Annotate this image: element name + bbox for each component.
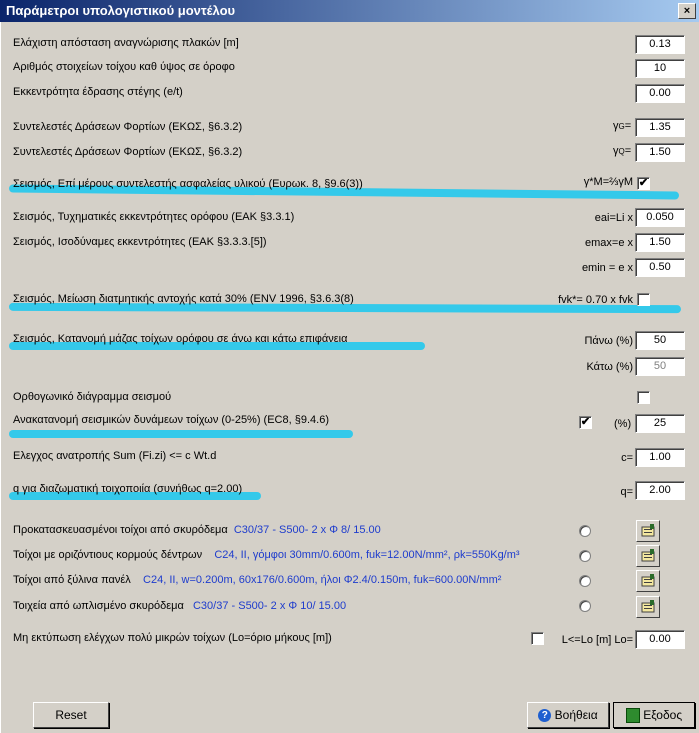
log-walls-edit-button[interactable] [636, 545, 660, 567]
log-walls-radio[interactable] [579, 550, 591, 562]
emin-formula: emin = e x [581, 262, 633, 274]
help-icon: ? [538, 709, 552, 723]
overturning-check-label: Ελεγχος ανατροπής Sum (Fi.zi) <= c Wt.d [13, 450, 217, 462]
c-input[interactable]: 1.00 [635, 448, 685, 467]
small-walls-checkbox[interactable] [531, 632, 544, 645]
material-safety-factor-label: Σεισμός, Επί μέρους συντελεστής ασφαλεία… [13, 178, 363, 190]
accidental-eccentricity-label: Σεισμός, Τυχηματικές εκκεντρότητες ορόφο… [13, 211, 295, 223]
small-walls-label: Μη εκτύπωση ελέγχων πολύ μικρών τοίχων (… [13, 632, 332, 644]
reinforced-concrete-walls-spec: C30/37 - S500- 2 x Φ 10/ 15.00 [192, 600, 347, 612]
load-factor-q-label: Συντελεστές Δράσεων Φορτίων (ΕΚΩΣ, §6.3.… [13, 146, 243, 158]
help-label: Βοήθεια [554, 708, 598, 722]
help-button[interactable]: ? Βοήθεια [527, 702, 609, 728]
title-bar: Παράμετροι υπολογιστικού μοντέλου × [0, 0, 699, 22]
timber-panel-walls-spec: C24, II, w=0.200m, 60x176/0.600m, ήλοι Φ… [143, 574, 502, 586]
timber-panel-walls-radio[interactable] [579, 575, 591, 587]
log-walls-label: Τοίχοι με οριζόντιους κορμούς δέντρων C2… [13, 549, 520, 561]
precast-walls-spec: C30/37 - S500- 2 x Φ 8/ 15.00 [233, 524, 381, 536]
reinforced-concrete-walls-label: Τοιχεία από ωπλισμένο σκυρόδεμα C30/37 -… [13, 600, 347, 612]
emax-input[interactable]: 1.50 [635, 233, 685, 252]
fvk-formula: fvk*= 0.70 x fvk [558, 294, 633, 306]
shear-reduction-checkbox[interactable] [637, 293, 650, 306]
c-formula: c= [621, 452, 633, 464]
wall-elements-count-input[interactable]: 10 [635, 59, 685, 78]
reinforced-concrete-walls-edit-button[interactable] [636, 596, 660, 618]
load-factor-g-label: Συντελεστές Δράσεων Φορτίων (ΕΚΩΣ, §6.3.… [13, 121, 243, 133]
eai-formula: eai=Li x [594, 212, 633, 224]
equivalent-eccentricity-label: Σεισμός, Ισοδύναμες εκκεντρότητες (ΕΑΚ §… [13, 236, 267, 248]
mass-distribution-label: Σεισμός, Κατανομή μάζας τοίχων ορόφου σε… [13, 333, 348, 345]
highlight-mark [9, 430, 353, 438]
window-title: Παράμετροι υπολογιστικού μοντέλου [6, 3, 236, 18]
q-input[interactable]: 2.00 [635, 481, 685, 500]
shear-reduction-label: Σεισμός, Μείωση διατμητικής αντοχής κατά… [13, 293, 354, 305]
lower-percent-input: 50 [635, 357, 685, 376]
material-safety-formula: γ*M=⅔γM [583, 176, 633, 188]
exit-icon [625, 708, 640, 724]
q-formula: q= [620, 486, 633, 498]
timber-panel-walls-edit-button[interactable] [636, 570, 660, 592]
gamma-q-input[interactable]: 1.50 [635, 143, 685, 162]
log-walls-spec: C24, II, γόμφοι 30mm/0.600m, fuk=12.00N/… [214, 549, 520, 561]
gamma-q-symbol: γQ= [613, 145, 632, 157]
rectangular-diagram-checkbox[interactable] [637, 391, 650, 404]
precast-walls-radio[interactable] [579, 525, 591, 537]
material-safety-checkbox[interactable]: ✔ [637, 177, 650, 190]
close-button[interactable]: × [678, 3, 696, 19]
upper-percent-input[interactable]: 50 [635, 331, 685, 350]
force-redistribution-label: Ανακατανομή σεισμικών δυνάμεων τοίχων (0… [13, 414, 329, 426]
min-slab-distance-label: Ελάχιστη απόσταση αναγνώρισης πλακών [m] [13, 37, 239, 49]
eai-input[interactable]: 0.050 [635, 208, 685, 227]
edit-icon [641, 600, 655, 613]
emax-formula: emax=e x [585, 237, 633, 249]
gamma-g-input[interactable]: 1.35 [635, 118, 685, 137]
upper-percent-label: Πάνω (%) [584, 335, 633, 347]
parameters-panel: Ελάχιστη απόσταση αναγνώρισης πλακών [m]… [0, 22, 698, 733]
edit-icon [641, 574, 655, 587]
precast-walls-edit-button[interactable] [636, 520, 660, 542]
exit-button[interactable]: Εξοδος [613, 702, 695, 728]
min-slab-distance-input[interactable]: 0.13 [635, 35, 685, 54]
redistribution-input[interactable]: 25 [635, 414, 685, 433]
precast-walls-label: Προκατασκευασμένοι τοίχοι από σκυρόδεμα … [13, 524, 381, 536]
rectangular-diagram-label: Ορθογωνικό διάγραμμα σεισμού [13, 391, 172, 403]
force-redistribution-checkbox[interactable]: ✔ [579, 416, 592, 429]
wall-elements-count-label: Αριθμός στοιχείων τοίχου καθ ύψος σε όρο… [13, 61, 235, 73]
redistribution-unit-label: (%) [614, 418, 632, 430]
timber-panel-walls-label: Τοίχοι από ξύλινα πανέλ C24, II, w=0.200… [13, 574, 502, 586]
lower-percent-label: Κάτω (%) [586, 361, 633, 373]
lo-input[interactable]: 0.00 [635, 630, 685, 649]
reinforced-concrete-walls-radio[interactable] [579, 600, 591, 612]
exit-label: Εξοδος [643, 708, 683, 722]
emin-input[interactable]: 0.50 [635, 258, 685, 277]
roof-eccentricity-input[interactable]: 0.00 [635, 84, 685, 103]
reset-button[interactable]: Reset [33, 702, 109, 728]
behavior-factor-label: q για διαζωματική τοιχοποιία (συνήθως q=… [13, 483, 243, 495]
edit-icon [641, 524, 655, 537]
lo-formula: L<=Lo [m] Lo= [561, 634, 633, 646]
roof-eccentricity-label: Εκκεντρότητα έδρασης στέγης (e/t) [13, 86, 183, 98]
edit-icon [641, 549, 655, 562]
gamma-g-symbol: γG= [613, 120, 632, 132]
